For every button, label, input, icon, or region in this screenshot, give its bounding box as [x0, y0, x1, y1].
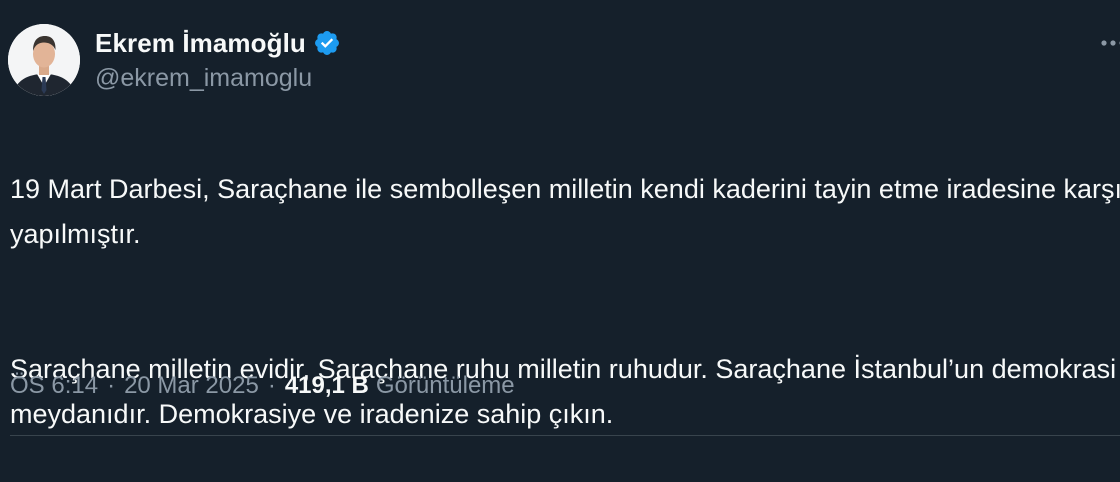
profile-photo-icon	[8, 24, 80, 96]
meta-separator: ·	[107, 372, 116, 399]
tweet-paragraph: 19 Mart Darbesi, Saraçhane ile sembolleş…	[10, 174, 1120, 249]
tweet-time[interactable]: ÖS 6:14	[10, 372, 98, 400]
tweet-meta: ÖS 6:14 · 20 Mar 2025 · 419,1 B Görüntül…	[10, 372, 515, 400]
avatar[interactable]	[8, 24, 80, 96]
tweet: Ekrem İmamoğlu @ekrem_imamoglu 19 Mart D…	[0, 0, 1120, 454]
author-display-name[interactable]: Ekrem İmamoğlu	[95, 28, 306, 59]
author-info: Ekrem İmamoğlu @ekrem_imamoglu	[95, 26, 341, 93]
views-label: Görüntüleme	[375, 372, 515, 399]
tweet-date[interactable]: 20 Mar 2025	[124, 372, 259, 400]
verified-badge-icon[interactable]	[313, 29, 341, 57]
author-handle[interactable]: @ekrem_imamoglu	[95, 64, 341, 93]
divider	[10, 435, 1120, 436]
more-options-icon[interactable]	[1100, 34, 1120, 46]
meta-separator: ·	[267, 372, 276, 399]
views-count[interactable]: 419,1 B	[285, 372, 369, 400]
name-row: Ekrem İmamoğlu	[95, 26, 341, 60]
tweet-text: 19 Mart Darbesi, Saraçhane ile sembolleş…	[10, 122, 1120, 482]
